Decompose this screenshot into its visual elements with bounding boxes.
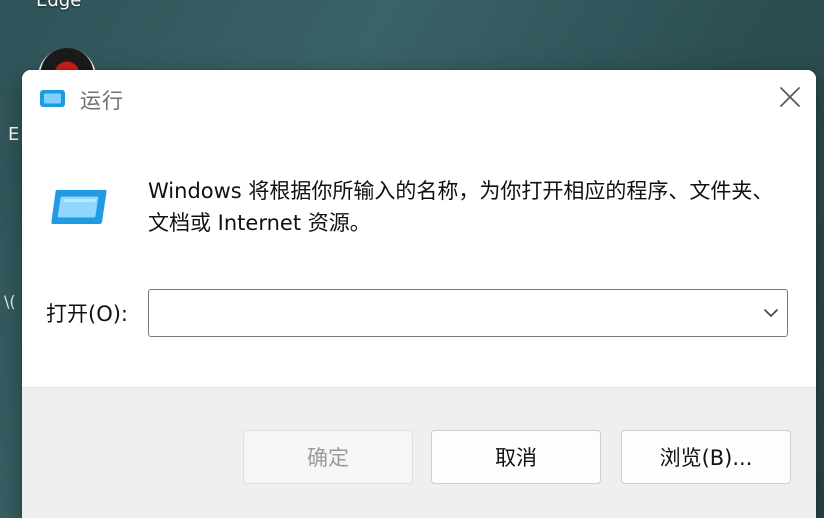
chevron-down-icon[interactable] bbox=[762, 304, 780, 322]
ok-button[interactable]: 确定 bbox=[243, 430, 413, 484]
open-combobox[interactable] bbox=[148, 289, 788, 337]
dialog-footer: 确定 取消 浏览(B)... bbox=[22, 387, 816, 518]
desktop-edge-letter: E bbox=[8, 124, 20, 145]
title-bar: 运行 bbox=[22, 70, 816, 128]
run-app-icon bbox=[40, 90, 65, 107]
desktop-edge-label: Edge bbox=[36, 0, 82, 11]
desktop-edge-mark: \( bbox=[4, 292, 16, 311]
open-input[interactable] bbox=[149, 290, 745, 336]
close-icon[interactable] bbox=[776, 83, 804, 111]
cancel-button[interactable]: 取消 bbox=[431, 430, 601, 484]
run-app-icon bbox=[51, 190, 107, 224]
run-dialog: 运行 Windows 将根据你所输入的名称，为你打开相应的程序、文件夹、文档或 … bbox=[22, 70, 816, 518]
browse-button[interactable]: 浏览(B)... bbox=[621, 430, 791, 484]
open-label: 打开(O): bbox=[46, 302, 128, 326]
dialog-title: 运行 bbox=[80, 89, 124, 113]
dialog-body: Windows 将根据你所输入的名称，为你打开相应的程序、文件夹、文档或 Int… bbox=[22, 128, 816, 387]
dialog-description: Windows 将根据你所输入的名称，为你打开相应的程序、文件夹、文档或 Int… bbox=[148, 179, 774, 235]
